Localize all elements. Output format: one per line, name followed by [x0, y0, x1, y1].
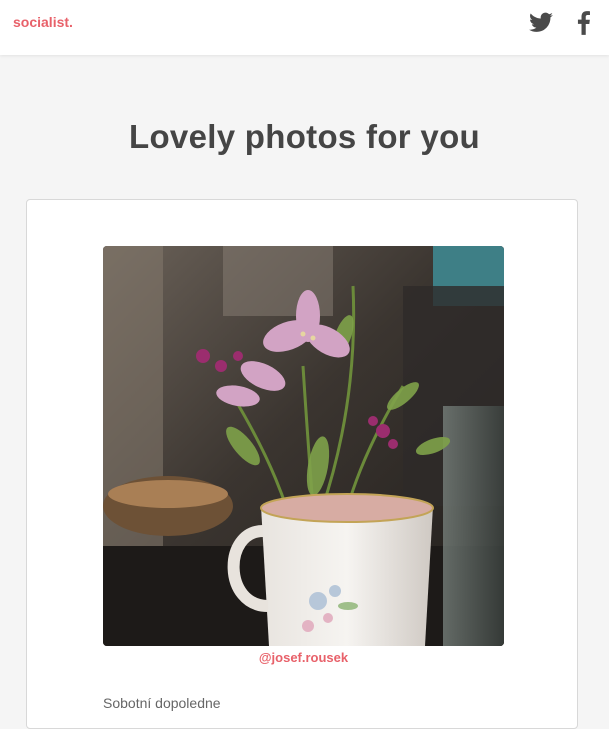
page-title: Lovely photos for you	[129, 118, 480, 155]
photo-illustration	[103, 246, 504, 646]
author-link[interactable]: @josef.rousek	[103, 650, 504, 665]
post-photo[interactable]	[103, 246, 504, 646]
post-caption: Sobotní dopoledne	[103, 695, 221, 711]
top-navigation-bar: socialist.	[0, 0, 609, 55]
brand-logo-link[interactable]: socialist.	[13, 14, 73, 30]
twitter-icon-graphic	[529, 12, 553, 32]
facebook-icon-graphic	[577, 11, 590, 35]
facebook-icon[interactable]	[571, 10, 597, 36]
photo-card: @josef.rousek Sobotní dopoledne	[26, 199, 578, 729]
twitter-icon[interactable]	[528, 10, 554, 36]
